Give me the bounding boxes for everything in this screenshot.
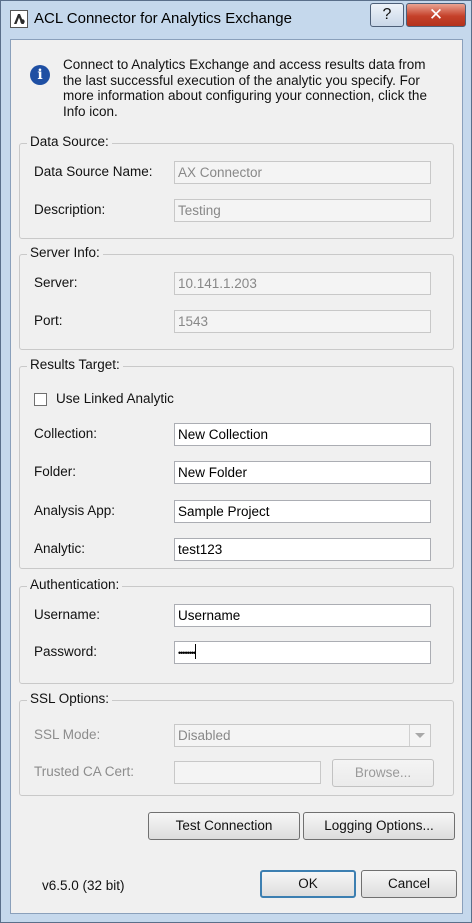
- test-connection-button[interactable]: Test Connection: [148, 812, 300, 840]
- server-info-group: Server Info: Server: 10.141.1.203 Port: …: [19, 245, 454, 350]
- trusted-ca-label: Trusted CA Cert:: [34, 764, 135, 779]
- dialog-body: i Connect to Analytics Exchange and acce…: [10, 39, 463, 914]
- dialog-window: ACL Connector for Analytics Exchange ? ✕…: [0, 0, 472, 923]
- help-icon: ?: [382, 6, 392, 23]
- description-label: Description:: [34, 202, 106, 217]
- app-icon: [10, 10, 28, 28]
- results-target-title: Results Target:: [27, 357, 123, 372]
- data-source-group: Data Source: Data Source Name: AX Connec…: [19, 134, 454, 239]
- version-label: v6.5.0 (32 bit): [42, 878, 125, 893]
- authentication-group: Authentication: Username: Username Passw…: [19, 577, 454, 684]
- server-field[interactable]: 10.141.1.203: [174, 272, 431, 295]
- username-label: Username:: [34, 607, 101, 622]
- cancel-button[interactable]: Cancel: [361, 870, 457, 898]
- password-mask: ••••••••: [178, 648, 196, 658]
- use-linked-analytic-label[interactable]: Use Linked Analytic: [56, 391, 174, 406]
- data-source-name-label: Data Source Name:: [34, 164, 153, 179]
- logging-options-button[interactable]: Logging Options...: [303, 812, 455, 840]
- use-linked-analytic-checkbox[interactable]: [34, 393, 47, 406]
- info-text: Connect to Analytics Exchange and access…: [63, 57, 427, 119]
- analysis-app-field[interactable]: Sample Project: [174, 500, 431, 523]
- server-info-title: Server Info:: [27, 245, 103, 260]
- port-label: Port:: [34, 313, 63, 328]
- text-cursor: [195, 644, 197, 659]
- folder-label: Folder:: [34, 464, 77, 479]
- server-label: Server:: [34, 275, 78, 290]
- analysis-app-label: Analysis App:: [34, 503, 116, 518]
- info-icon[interactable]: i: [30, 65, 50, 85]
- title-bar[interactable]: ACL Connector for Analytics Exchange ? ✕: [1, 1, 471, 39]
- folder-field[interactable]: New Folder: [174, 461, 431, 484]
- data-source-title: Data Source:: [27, 134, 112, 149]
- description-field[interactable]: Testing: [174, 199, 431, 222]
- collection-field[interactable]: New Collection: [174, 423, 431, 446]
- close-icon: ✕: [428, 5, 444, 24]
- collection-label: Collection:: [34, 426, 98, 441]
- chevron-down-icon: [409, 725, 430, 746]
- browse-button[interactable]: Browse...: [332, 759, 434, 787]
- help-button[interactable]: ?: [370, 3, 404, 27]
- ok-button[interactable]: OK: [260, 870, 356, 898]
- ssl-mode-value: Disabled: [178, 728, 231, 743]
- analytic-field[interactable]: test123: [174, 538, 431, 561]
- ssl-options-group: SSL Options: SSL Mode: Disabled Trusted …: [19, 691, 454, 796]
- authentication-title: Authentication:: [27, 577, 123, 592]
- password-field[interactable]: ••••••••: [174, 641, 431, 664]
- port-field[interactable]: 1543: [174, 310, 431, 333]
- results-target-group: Results Target: Use Linked Analytic Coll…: [19, 357, 454, 569]
- trusted-ca-field[interactable]: [174, 761, 321, 784]
- analytic-label: Analytic:: [34, 541, 86, 556]
- password-label: Password:: [34, 644, 98, 659]
- data-source-name-field[interactable]: AX Connector: [174, 161, 431, 184]
- ssl-mode-select[interactable]: Disabled: [174, 724, 431, 747]
- ssl-options-title: SSL Options:: [27, 691, 113, 706]
- window-title: ACL Connector for Analytics Exchange: [34, 10, 292, 27]
- ssl-mode-label: SSL Mode:: [34, 727, 101, 742]
- close-button[interactable]: ✕: [406, 3, 466, 27]
- username-field[interactable]: Username: [174, 604, 431, 627]
